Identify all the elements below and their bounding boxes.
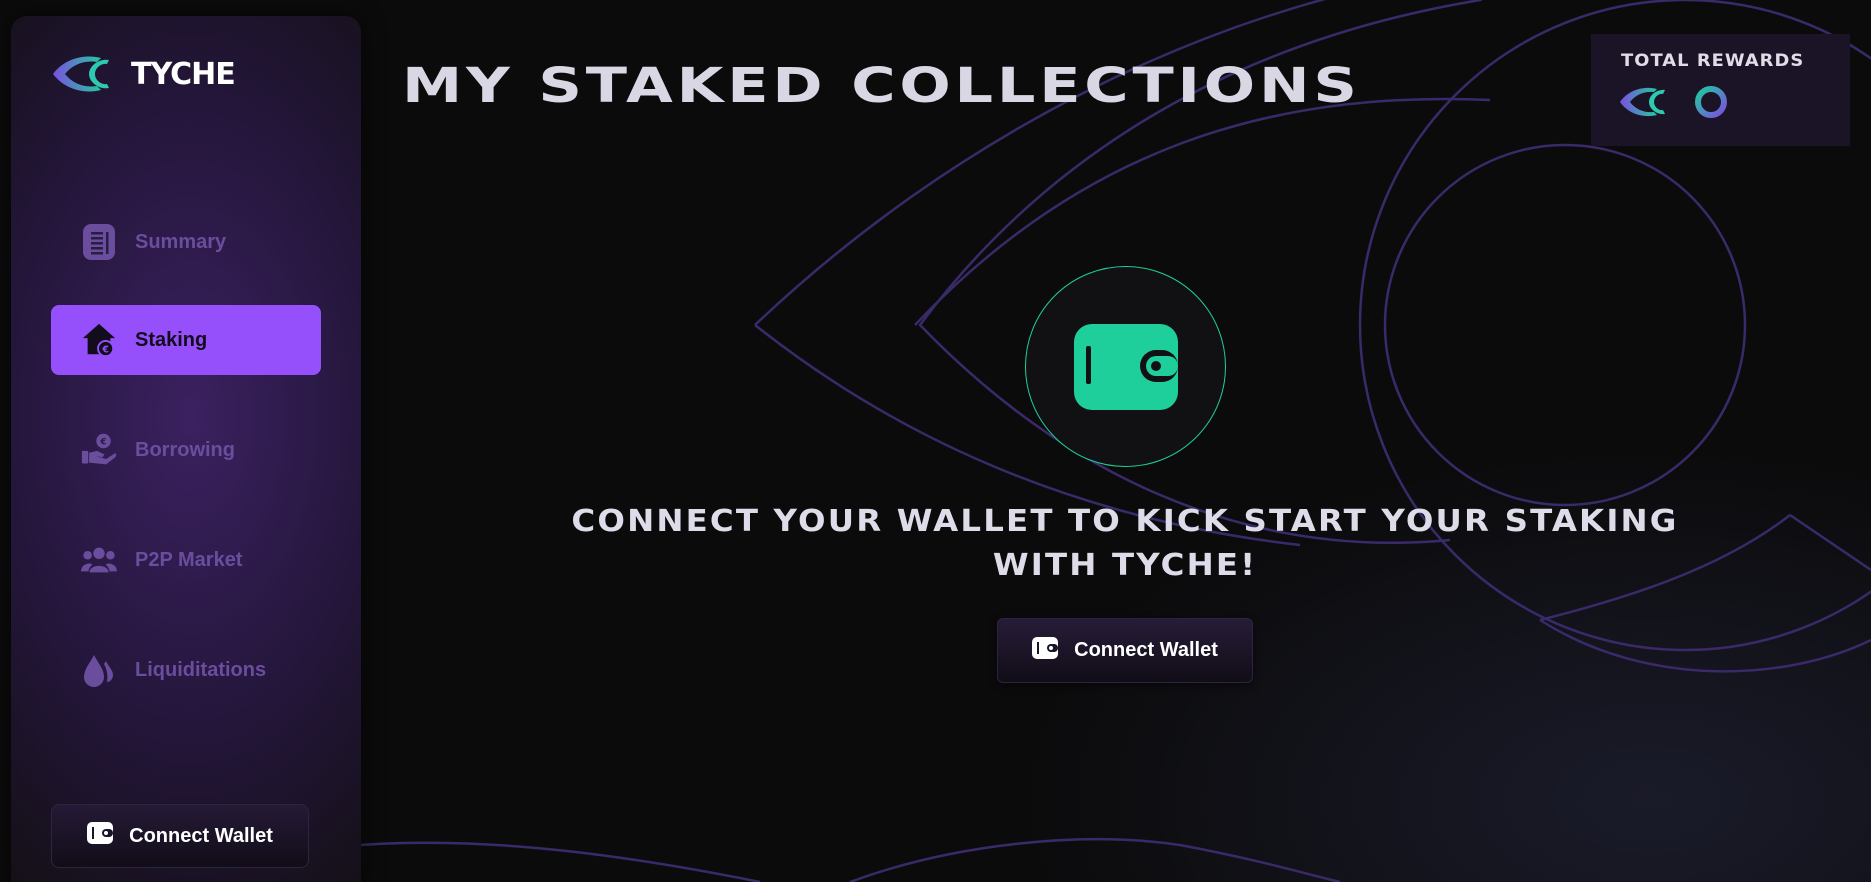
summary-icon	[81, 224, 117, 260]
app-root: TYCHE Summary € Staking € Borrowing P2P …	[0, 0, 1871, 882]
tyche-token-icon	[1620, 87, 1665, 117]
sidebar-item-label: Summary	[135, 230, 227, 253]
ring-token-icon	[1695, 86, 1727, 118]
connect-wallet-label: Connect Wallet	[129, 824, 273, 847]
connect-wallet-prompt: CONNECT YOUR WALLET TO KICK START YOUR S…	[472, 500, 1779, 588]
svg-text:€: €	[101, 344, 109, 355]
main-connect-wallet-button[interactable]: Connect Wallet	[997, 618, 1253, 683]
page-title: MY STAKED COLLECTIONS	[402, 58, 1361, 114]
sidebar-item-label: Staking	[135, 328, 208, 351]
sidebar-item-p2p-market[interactable]: P2P Market	[51, 525, 321, 595]
rewards-token-icons	[1619, 84, 1729, 120]
connect-wallet-label: Connect Wallet	[1074, 639, 1218, 661]
wallet-large-icon	[1073, 323, 1178, 410]
sidebar-item-staking[interactable]: € Staking	[51, 305, 321, 375]
p2p-market-icon	[81, 542, 117, 578]
wallet-icon	[1032, 636, 1059, 665]
sidebar-item-summary[interactable]: Summary	[51, 207, 321, 277]
wallet-illustration	[1025, 266, 1226, 467]
wallet-icon	[87, 822, 114, 850]
svg-text:€: €	[99, 438, 106, 448]
sidebar-item-label: P2P Market	[135, 548, 243, 571]
total-rewards-title: TOTAL REWARDS	[1621, 51, 1805, 71]
cta-line-1: CONNECT YOUR WALLET TO KICK START YOUR S…	[571, 504, 1679, 539]
brand-name: TYCHE	[131, 56, 236, 92]
sidebar-item-label: Liquiditations	[135, 658, 267, 681]
sidebar-item-borrowing[interactable]: € Borrowing	[51, 415, 321, 485]
cta-line-2: WITH TYCHE!	[992, 548, 1258, 583]
total-rewards-panel: TOTAL REWARDS	[1591, 34, 1850, 146]
sidebar-item-liquidations[interactable]: Liquiditations	[51, 635, 321, 705]
staking-icon: €	[81, 322, 117, 358]
brand-logo[interactable]: TYCHE	[51, 52, 236, 96]
sidebar-item-label: Borrowing	[135, 438, 235, 461]
liquidations-icon	[81, 652, 117, 688]
borrowing-icon: €	[81, 432, 117, 468]
sidebar: TYCHE Summary € Staking € Borrowing P2P …	[11, 16, 361, 882]
tyche-logo-icon	[53, 56, 109, 92]
sidebar-connect-wallet-button[interactable]: Connect Wallet	[51, 804, 309, 868]
